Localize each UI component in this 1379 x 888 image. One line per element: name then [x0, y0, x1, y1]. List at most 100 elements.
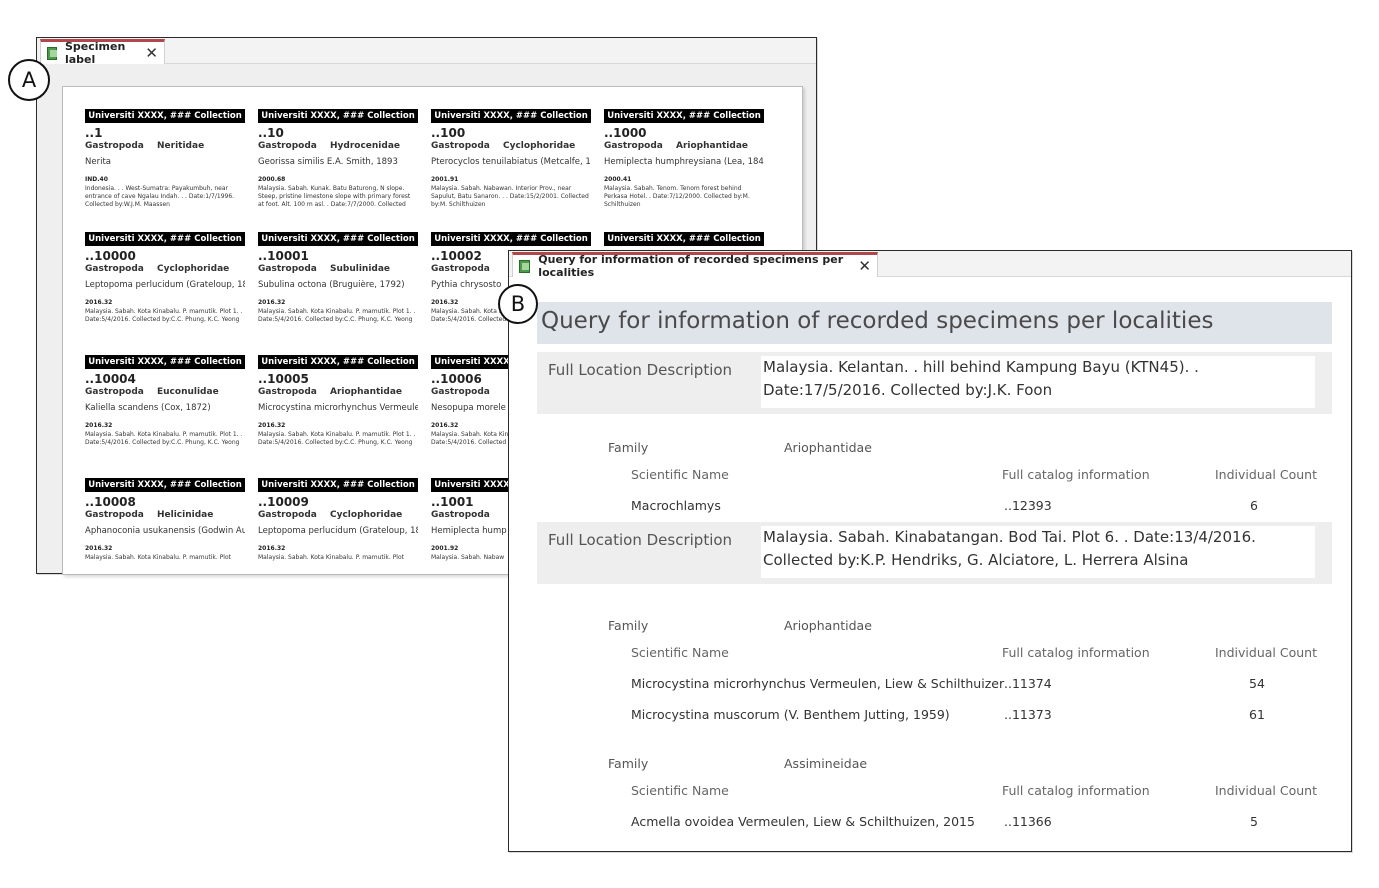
specimen-label: Universiti XXXX, ### Collection ..1000 Gas… — [604, 109, 764, 232]
label-header: Universiti XXXX, ### Collection — [258, 355, 418, 369]
col-catalog: Full catalog information — [1002, 783, 1150, 798]
label-class: Gastropoda — [258, 264, 317, 274]
label-class: Gastropoda — [431, 387, 490, 397]
label-class: Gastropoda — [431, 510, 490, 520]
label-header: Universiti XXXX, ### Collection — [258, 109, 418, 123]
label-catalog: ..100 — [431, 126, 466, 140]
location-value: Malaysia. Kelantan. . hill behind Kampun… — [761, 356, 1315, 408]
label-accession: 2016.32 — [85, 299, 113, 306]
label-header: Universiti XXXX, ### Collection — [431, 232, 591, 246]
label-catalog: ..10 — [258, 126, 284, 140]
label-species: Kaliella scandens (Cox, 1872) — [85, 403, 211, 413]
count-value: 6 — [1250, 498, 1258, 513]
label-species: Aphanoconia usukanensis (Godwin Au — [85, 526, 245, 536]
label-family: Euconulidae — [157, 387, 219, 397]
label-family: Hydrocenidae — [330, 141, 401, 151]
label-accession: 2001.91 — [431, 176, 459, 183]
label-catalog: ..1000 — [604, 126, 647, 140]
specimen-label: Universiti XXXX, ### Collection ..10001 Ga… — [258, 232, 418, 355]
label-locality: Malaysia. Sabah. Kota Kinabalu. P. mamut… — [85, 554, 231, 561]
scientific-name: Microcystina muscorum (V. Benthem Juttin… — [631, 707, 950, 722]
count-value: 61 — [1249, 707, 1265, 722]
tab-specimen-label[interactable]: Specimen label ✕ — [40, 39, 165, 66]
report-title: Query for information of recorded specim… — [537, 302, 1332, 344]
label-catalog: ..10000 — [85, 249, 136, 263]
label-species: Leptopoma perlucidum (Grateloup, 18 — [85, 280, 245, 290]
label-family: Helicinidae — [157, 510, 214, 520]
col-count: Individual Count — [1215, 467, 1317, 482]
label-catalog: ..10005 — [258, 372, 309, 386]
col-catalog: Full catalog information — [1002, 645, 1150, 660]
specimen-label: Universiti XXXX, ### Collection ..1 Gastro… — [85, 109, 245, 232]
scientific-name: Acmella ovoidea Vermeulen, Liew & Schilt… — [631, 814, 975, 829]
location-block: Full Location Description Malaysia. Kela… — [537, 352, 1332, 414]
family-value: Ariophantidae — [784, 440, 872, 455]
label-locality: Malaysia. Sabah. Tenom. Tenom forest beh… — [604, 185, 750, 208]
tab-bar: Query for information of recorded specim… — [509, 251, 1351, 279]
label-class: Gastropoda — [85, 510, 144, 520]
label-taxonomy: Gastropoda Helicinidae — [85, 509, 245, 521]
label-accession: 2016.32 — [258, 422, 286, 429]
query-report-window: Query for information of recorded specim… — [508, 250, 1352, 852]
col-scientific-name: Scientific Name — [631, 783, 729, 798]
label-accession: IND.40 — [85, 176, 108, 183]
tab-query-report[interactable]: Query for information of recorded specim… — [512, 252, 878, 279]
label-taxonomy: Gastropoda Cyclophoridae — [431, 140, 591, 152]
label-taxonomy: Gastropoda Ariophantidae — [604, 140, 764, 152]
report-icon — [519, 259, 531, 273]
label-species: Leptopoma perlucidum (Grateloup, 18 — [258, 526, 418, 536]
marker-b: B — [498, 284, 538, 324]
label-header: Universiti XXXX, ### Collection — [604, 109, 764, 123]
label-family: Cyclophoridae — [330, 510, 403, 520]
label-taxonomy: Gastropoda Euconulidae — [85, 386, 245, 398]
label-header: Universiti XXXX, ### Collection — [85, 355, 245, 369]
label-species: Georissa similis E.A. Smith, 1893 — [258, 157, 398, 167]
specimen-label: Universiti XXXX, ### Collection ..10 Gastr… — [258, 109, 418, 232]
label-class: Gastropoda — [604, 141, 663, 151]
specimen-label: Universiti XXXX, ### Collection ..10004 Ga… — [85, 355, 245, 478]
label-family: Ariophantidae — [330, 387, 403, 397]
label-taxonomy: Gastropoda Ariophantidae — [258, 386, 418, 398]
family-label: Family — [608, 618, 649, 633]
label-header: Universiti XXXX, ### Collection — [258, 232, 418, 246]
family-value: Ariophantidae — [784, 618, 872, 633]
label-accession: 2016.32 — [85, 422, 113, 429]
label-catalog: ..1 — [85, 126, 103, 140]
col-count: Individual Count — [1215, 645, 1317, 660]
label-header: Universiti XXXX, ### Collection — [85, 109, 245, 123]
label-locality: Malaysia. Sabah. Kota Kinabalu. P. mamut… — [258, 308, 416, 323]
label-taxonomy: Gastropoda Cyclophoridae — [85, 263, 245, 275]
report-icon — [47, 46, 57, 60]
label-accession: 2016.32 — [258, 299, 286, 306]
catalog-value: ..12393 — [1004, 498, 1052, 513]
catalog-value: ..11366 — [1004, 814, 1052, 829]
label-class: Gastropoda — [85, 141, 144, 151]
count-value: 54 — [1249, 676, 1265, 691]
col-scientific-name: Scientific Name — [631, 645, 729, 660]
family-label: Family — [608, 756, 649, 771]
close-icon[interactable]: ✕ — [858, 258, 871, 274]
label-taxonomy: Gastropoda Hydrocenidae — [258, 140, 418, 152]
label-taxonomy: Gastropoda Cyclophoridae — [258, 509, 418, 521]
family-value: Assimineidae — [784, 756, 868, 771]
label-class: Gastropoda — [85, 264, 144, 274]
label-species: Pterocyclos tenuilabiatus (Metcalfe, 18 — [431, 157, 591, 167]
specimen-label: Universiti XXXX, ### Collection ..10005 Ga… — [258, 355, 418, 478]
scientific-name: Microcystina microrhynchus Vermeulen, Li… — [631, 676, 1005, 691]
specimen-label: Universiti XXXX, ### Collection ..100 Gast… — [431, 109, 591, 232]
label-header: Universiti XXXX, ### Collection — [258, 478, 418, 492]
label-catalog: ..10008 — [85, 495, 136, 509]
label-header: Universiti XXXX, ### Collection — [85, 478, 245, 492]
count-value: 5 — [1250, 814, 1258, 829]
label-class: Gastropoda — [85, 387, 144, 397]
marker-a: A — [8, 59, 50, 101]
label-class: Gastropoda — [258, 141, 317, 151]
label-species: Subulina octona (Bruguière, 1792) — [258, 280, 405, 290]
label-locality: Malaysia. Sabah. Kota Kinabalu. P. mamut… — [85, 308, 243, 323]
tab-label: Specimen label — [64, 40, 126, 66]
close-icon[interactable]: ✕ — [145, 45, 158, 61]
label-class: Gastropoda — [431, 141, 490, 151]
specimen-label: Universiti XXXX, ### Collection ..10009 Ga… — [258, 478, 418, 574]
label-header: Universiti XXXX, ### Collection — [431, 109, 591, 123]
specimen-label: Universiti XXXX, ### Collection ..10008 Ga… — [85, 478, 245, 574]
